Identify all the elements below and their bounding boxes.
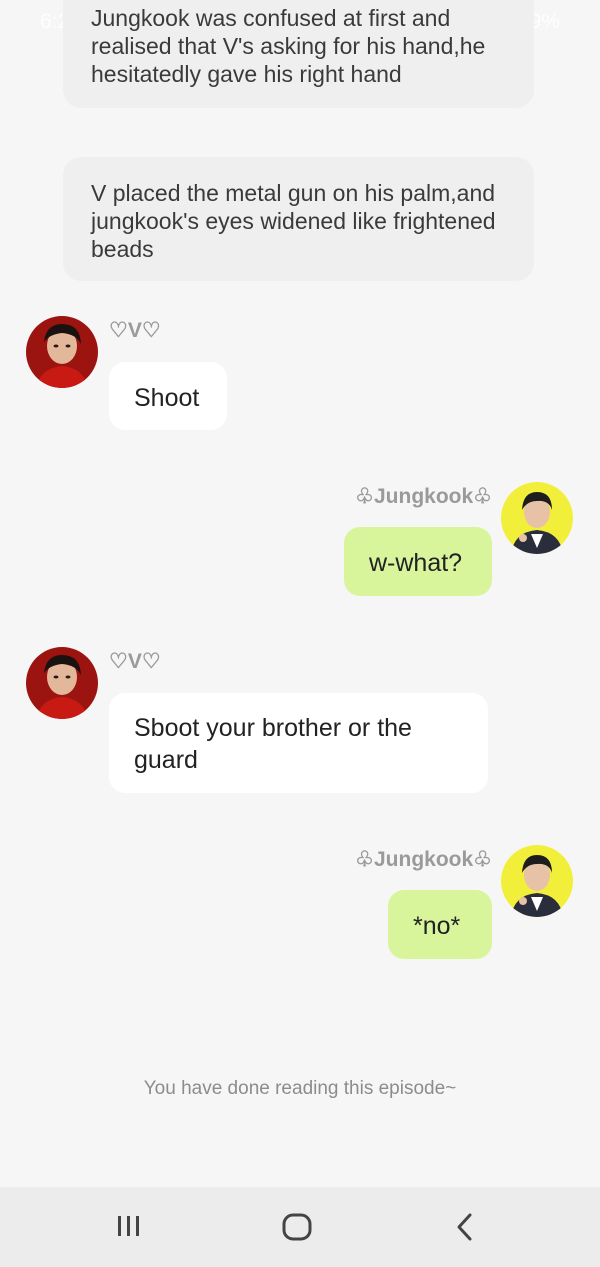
- v-message-bubble: Shoot: [109, 362, 227, 430]
- narration-box: Jungkook was confused at first and reali…: [63, 0, 534, 108]
- recent-apps-icon[interactable]: [114, 1211, 144, 1246]
- jungkook-avatar[interactable]: [501, 482, 573, 554]
- jungkook-message-bubble: *no*: [388, 890, 492, 959]
- jungkook-message-bubble: w-what?: [344, 527, 492, 596]
- narration-box: V placed the metal gun on his palm,and j…: [63, 157, 534, 281]
- message-text: Shoot: [134, 384, 200, 412]
- back-icon[interactable]: [452, 1211, 478, 1248]
- narration-text: V placed the metal gun on his palm,and j…: [91, 180, 496, 262]
- navigation-bar: [0, 1187, 600, 1267]
- speaker-name: ♡V♡: [109, 650, 161, 673]
- message-text: Sboot your brother or the guard: [134, 714, 412, 774]
- jungkook-avatar[interactable]: [501, 845, 573, 917]
- v-avatar[interactable]: [26, 316, 98, 388]
- v-avatar[interactable]: [26, 647, 98, 719]
- home-icon[interactable]: [281, 1211, 313, 1248]
- speaker-name: ♧Jungkook♧: [355, 848, 492, 871]
- message-text: *no*: [413, 912, 461, 940]
- speaker-name: ♡V♡: [109, 319, 161, 342]
- episode-end-notice: You have done reading this episode~: [143, 1078, 457, 1099]
- narration-text: Jungkook was confused at first and reali…: [91, 5, 486, 87]
- message-text: w-what?: [369, 549, 463, 577]
- v-message-bubble: Sboot your brother or the guard: [109, 693, 488, 793]
- speaker-name: ♧Jungkook♧: [355, 485, 492, 508]
